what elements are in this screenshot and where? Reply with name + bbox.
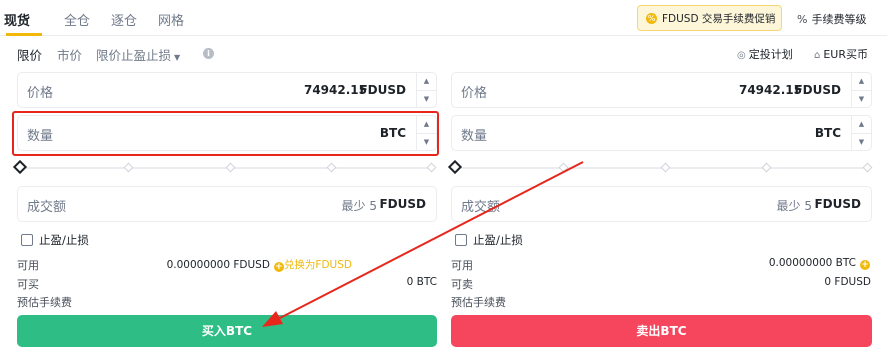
buy-tpsl-checkbox[interactable]: 止盈/止损: [21, 232, 89, 248]
stop-limit-label: 限价止盈止损: [96, 48, 172, 63]
buy-price-stepper: ▲ ▼: [416, 73, 436, 107]
eur-label: EUR买币: [823, 48, 869, 61]
decrement-icon[interactable]: ▼: [852, 133, 871, 150]
tab-spot[interactable]: 现货: [4, 10, 30, 29]
sell-total-input[interactable]: 成交额 最少 5 FDUSD: [451, 186, 872, 222]
caret-down-icon: ▼: [174, 53, 181, 62]
bank-icon: ⌂: [814, 50, 821, 61]
slider-mark-100[interactable]: [862, 162, 873, 173]
order-type-limit[interactable]: 限价: [17, 45, 42, 64]
buy-price-label: 价格: [27, 86, 54, 101]
buy-price-unit: FDUSD: [359, 83, 406, 97]
buy-total-min: 最少 5: [341, 199, 377, 213]
tab-grid[interactable]: 网格: [158, 10, 184, 29]
slider-handle[interactable]: [12, 159, 28, 175]
sell-tpsl-label: 止盈/止损: [473, 233, 523, 247]
fee-level-link[interactable]: % 手续费等级: [797, 11, 866, 27]
buy-price-value: 74942.15: [303, 83, 367, 97]
sell-price-label: 价格: [461, 86, 488, 101]
sell-available-label: 可用: [451, 259, 473, 272]
sell-amount-slider[interactable]: [447, 159, 873, 175]
checkbox-box[interactable]: [21, 234, 33, 246]
sell-price-unit: FDUSD: [794, 83, 841, 97]
slider-mark-25[interactable]: [558, 162, 569, 173]
fee-level-text: 手续费等级: [811, 13, 867, 26]
sell-amount-input[interactable]: 数量 BTC ▲ ▼: [451, 115, 872, 151]
promo-text: FDUSD 交易手续费促销: [662, 12, 776, 25]
order-type-stop-limit[interactable]: 限价止盈止损 ▼: [96, 45, 180, 64]
convert-link[interactable]: 兑换为FDUSD: [284, 259, 352, 271]
buy-btc-button[interactable]: 买入BTC: [17, 315, 437, 347]
buy-total-unit: FDUSD: [379, 197, 426, 211]
sell-tpsl-checkbox[interactable]: 止盈/止损: [455, 232, 523, 248]
eur-buy-link[interactable]: ⌂ EUR买币: [814, 46, 868, 62]
coin-icon: %: [646, 12, 657, 24]
slider-mark-75[interactable]: [326, 162, 337, 173]
amount-highlight-box: [12, 111, 439, 156]
increment-icon[interactable]: ▲: [852, 116, 871, 133]
sell-price-input[interactable]: 价格 74942.15 FDUSD ▲ ▼: [451, 72, 872, 108]
decrement-icon[interactable]: ▼: [852, 90, 871, 107]
can-buy-value: 0 BTC: [406, 276, 437, 288]
buy-available-label: 可用: [17, 259, 39, 272]
slider-mark-50[interactable]: [225, 162, 236, 173]
add-funds-icon[interactable]: +: [860, 260, 870, 270]
info-icon[interactable]: i: [203, 48, 214, 59]
sell-price-value: 74942.15: [738, 83, 802, 97]
sell-total-min: 最少 5: [776, 199, 812, 213]
sell-btc-button[interactable]: 卖出BTC: [451, 315, 872, 347]
sell-available-amount: 0.00000000 BTC: [768, 257, 856, 269]
decrement-icon[interactable]: ▼: [417, 90, 436, 107]
buy-available-value: 0.00000000 FDUSD +兑换为FDUSD: [167, 257, 352, 272]
sell-price-stepper: ▲ ▼: [851, 73, 871, 107]
can-sell-label: 可卖: [451, 278, 473, 291]
buy-tpsl-label: 止盈/止损: [39, 233, 89, 247]
sell-fee-label: 预估手续费: [451, 296, 506, 309]
can-sell-value: 0 FDUSD: [824, 276, 871, 288]
slider-handle[interactable]: [447, 159, 463, 175]
percent-icon: %: [797, 13, 808, 26]
recurring-icon: ◎: [737, 50, 746, 61]
slider-mark-25[interactable]: [123, 162, 134, 173]
sell-amount-unit: BTC: [814, 126, 841, 140]
buy-amount-slider[interactable]: [12, 159, 437, 175]
plan-label: 定投计划: [748, 48, 793, 61]
tab-isolated[interactable]: 逐仓: [111, 10, 137, 29]
sell-total-unit: FDUSD: [814, 197, 861, 211]
sell-available-value: 0.00000000 BTC +: [769, 257, 870, 270]
sell-total-label: 成交额: [461, 200, 501, 215]
checkbox-box[interactable]: [455, 234, 467, 246]
recurring-plan-link[interactable]: ◎ 定投计划: [737, 46, 793, 62]
buy-total-label: 成交额: [27, 200, 67, 215]
buy-total-input[interactable]: 成交额 最少 5 FDUSD: [17, 186, 437, 222]
active-tab-indicator: [6, 33, 42, 36]
slider-mark-100[interactable]: [426, 162, 437, 173]
sell-amount-stepper: ▲ ▼: [851, 116, 871, 150]
tab-cross[interactable]: 全仓: [64, 10, 90, 29]
buy-price-input[interactable]: 价格 74942.15 FDUSD ▲ ▼: [17, 72, 437, 108]
increment-icon[interactable]: ▲: [852, 73, 871, 90]
buy-fee-label: 预估手续费: [17, 296, 72, 309]
add-funds-icon[interactable]: +: [273, 262, 284, 272]
slider-mark-50[interactable]: [660, 162, 671, 173]
can-buy-label: 可买: [17, 278, 39, 291]
increment-icon[interactable]: ▲: [417, 73, 436, 90]
fdusd-promo-badge[interactable]: % FDUSD 交易手续费促销: [637, 5, 782, 31]
order-type-market[interactable]: 市价: [57, 45, 82, 64]
buy-available-amount: 0.00000000 FDUSD: [166, 259, 270, 271]
slider-mark-75[interactable]: [761, 162, 772, 173]
sell-amount-label: 数量: [461, 129, 488, 144]
